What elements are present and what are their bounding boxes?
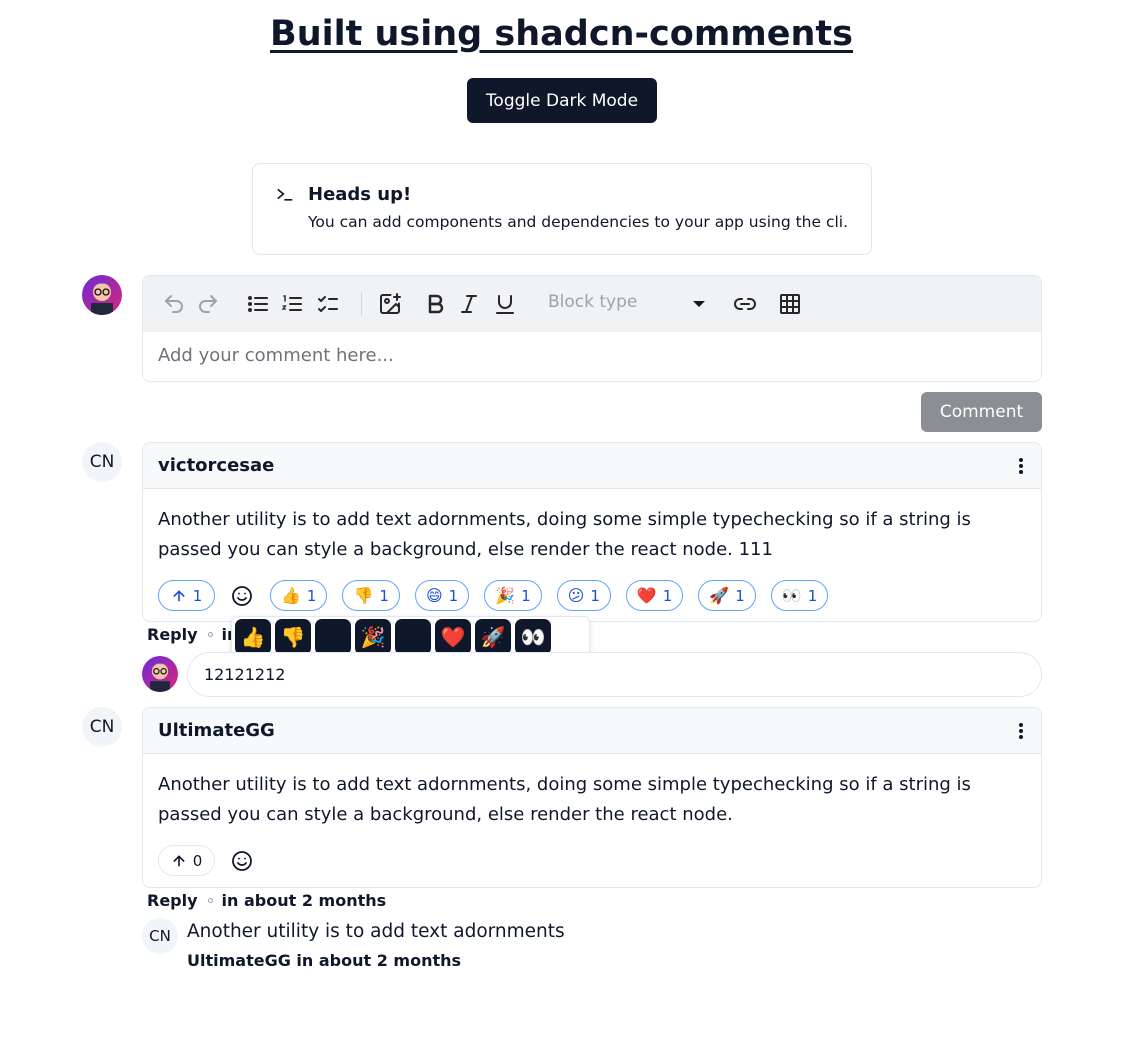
- current-user-avatar: [82, 275, 122, 315]
- comment-header: UltimateGG: [143, 708, 1041, 754]
- editor-toolbar: Block type: [143, 276, 1041, 332]
- reply-meta: UltimateGG in about 2 months: [187, 951, 461, 970]
- reaction-thumbs-down[interactable]: 👎 1: [342, 580, 400, 611]
- undo-icon[interactable]: [161, 291, 187, 317]
- picker-thumbs-up[interactable]: 👍: [235, 619, 271, 655]
- add-reaction-icon[interactable]: [230, 584, 254, 608]
- more-options-icon[interactable]: [1013, 721, 1029, 741]
- page-title: Built using shadcn-comments: [270, 14, 853, 54]
- arrow-up-icon: [173, 590, 185, 601]
- picker-thumbs-down[interactable]: 👎: [275, 619, 311, 655]
- upvote-button[interactable]: 0: [158, 845, 215, 876]
- comment-text: Another utility is to add text adornment…: [158, 509, 971, 560]
- picker-confused[interactable]: 😕: [395, 619, 431, 655]
- upvote-count: 0: [192, 851, 203, 870]
- comment-meta: Reply in about 2 months: [147, 891, 386, 910]
- comment-card: victorcesae Another utility is to add te…: [142, 442, 1042, 622]
- separator-dot: [207, 898, 213, 903]
- reaction-heart[interactable]: ❤️ 1: [625, 580, 684, 611]
- reaction-count: 1: [521, 586, 531, 605]
- comment-author: UltimateGG: [158, 720, 275, 741]
- reaction-eyes[interactable]: 👀 1: [770, 580, 829, 611]
- image-icon[interactable]: [377, 291, 403, 317]
- reaction-thumbs-up[interactable]: 👍 1: [270, 580, 328, 611]
- heart-emoji: ❤️: [636, 586, 657, 605]
- numbered-list-icon[interactable]: [279, 291, 305, 317]
- confused-emoji: 😕: [567, 586, 585, 605]
- link-icon[interactable]: [732, 291, 758, 317]
- add-reaction-icon[interactable]: [230, 849, 254, 873]
- comment-header: victorcesae: [143, 443, 1041, 489]
- reaction-bar: 0: [158, 845, 270, 876]
- reaction-rocket[interactable]: 🚀 1: [698, 580, 756, 611]
- table-icon[interactable]: [777, 291, 803, 317]
- arrow-up-icon: [173, 855, 185, 866]
- thumbs-down-emoji: 👎: [353, 586, 374, 605]
- reaction-confused[interactable]: 😕 1: [556, 580, 611, 611]
- comment-submit-button[interactable]: Comment: [921, 392, 1042, 432]
- redo-icon[interactable]: [195, 291, 221, 317]
- reply-input[interactable]: 12121212: [187, 652, 1042, 697]
- upvote-count: 1: [192, 586, 203, 605]
- reaction-count: 1: [306, 586, 317, 605]
- comment-editor: Block type Add your comment here...: [142, 275, 1042, 382]
- reaction-bar: 1 👍 1 👎 1 😄 1 🎉 1 😕 1 ❤️ 1 🚀 1 👀 1: [158, 580, 843, 611]
- reaction-hooray[interactable]: 🎉 1: [484, 580, 542, 611]
- bold-icon[interactable]: [422, 291, 448, 317]
- separator-dot: [207, 632, 213, 637]
- reaction-count: 1: [735, 586, 745, 605]
- eyes-emoji: 👀: [781, 586, 802, 605]
- bullet-list-icon[interactable]: [245, 291, 271, 317]
- check-list-icon[interactable]: [315, 291, 341, 317]
- reply-user-avatar: [142, 656, 178, 692]
- reaction-count: 1: [448, 586, 459, 605]
- comment-input[interactable]: Add your comment here...: [143, 332, 1041, 381]
- picker-heart[interactable]: ❤️: [435, 619, 471, 655]
- reaction-count: 1: [590, 586, 600, 605]
- thumbs-up-emoji: 👍: [281, 586, 301, 605]
- terminal-icon: [277, 189, 293, 201]
- reply-text: Another utility is to add text adornment…: [187, 921, 565, 942]
- avatar: CN: [82, 442, 122, 482]
- underline-icon[interactable]: [492, 291, 518, 317]
- toolbar-divider: [361, 292, 362, 316]
- reaction-count: 1: [807, 586, 818, 605]
- avatar: CN: [82, 707, 122, 747]
- reply-link[interactable]: Reply: [147, 891, 198, 910]
- comment-card: UltimateGG Another utility is to add tex…: [142, 707, 1042, 888]
- emoji-picker: 👍 👎 😄 🎉 😕 ❤️ 🚀 👀: [231, 616, 590, 657]
- picker-hooray[interactable]: 🎉: [355, 619, 391, 655]
- comment-author: victorcesae: [158, 455, 275, 476]
- reply-timestamp: in about 2 months: [296, 951, 462, 970]
- reaction-count: 1: [379, 586, 389, 605]
- picker-rocket[interactable]: 🚀: [475, 619, 511, 655]
- alert-title: Heads up!: [308, 184, 412, 205]
- picker-eyes[interactable]: 👀: [515, 619, 551, 655]
- comment-timestamp: in about 2 months: [221, 891, 387, 910]
- alert-description: You can add components and dependencies …: [308, 213, 849, 231]
- more-options-icon[interactable]: [1013, 456, 1029, 476]
- comment-text: Another utility is to add text adornment…: [158, 774, 971, 825]
- italic-icon[interactable]: [456, 291, 482, 317]
- reaction-laugh[interactable]: 😄 1: [414, 580, 470, 611]
- block-type-select[interactable]: Block type: [548, 292, 708, 316]
- reply-author: UltimateGG: [187, 951, 291, 970]
- chevron-down-icon[interactable]: [693, 301, 705, 307]
- laugh-emoji: 😄: [425, 586, 443, 605]
- comment-meta: Reply in: [147, 625, 238, 644]
- reaction-count: 1: [662, 586, 673, 605]
- reply-avatar: CN: [142, 918, 178, 954]
- upvote-button[interactable]: 1: [158, 580, 215, 611]
- hooray-emoji: 🎉: [495, 586, 516, 605]
- reply-link[interactable]: Reply: [147, 625, 198, 644]
- toggle-dark-mode-button[interactable]: Toggle Dark Mode: [467, 78, 657, 123]
- rocket-emoji: 🚀: [709, 586, 730, 605]
- heads-up-alert: Heads up! You can add components and dep…: [252, 163, 872, 255]
- picker-laugh[interactable]: 😄: [315, 619, 351, 655]
